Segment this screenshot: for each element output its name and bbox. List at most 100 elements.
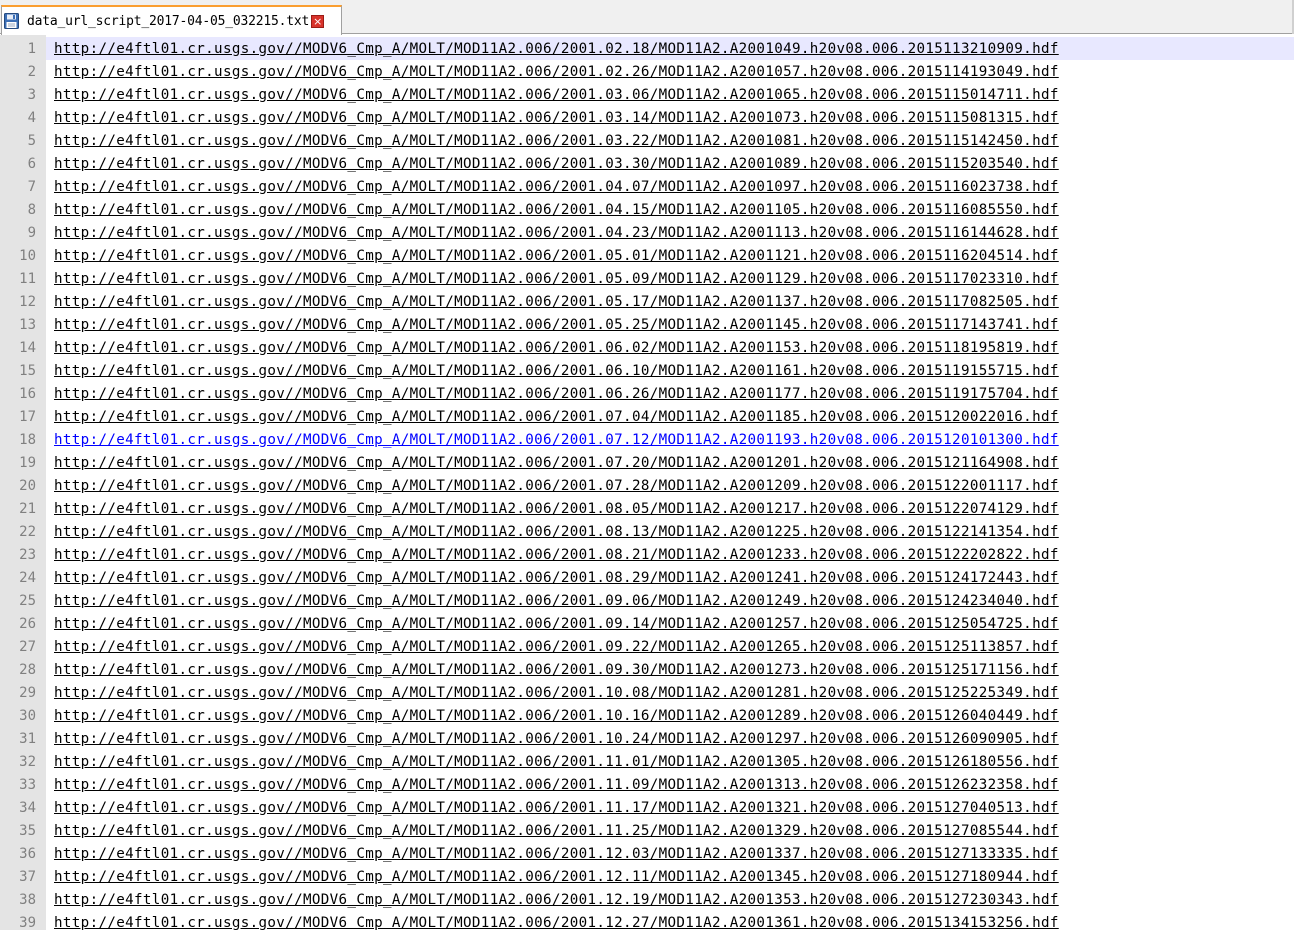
url-link[interactable]: http://e4ftl01.cr.usgs.gov//MODV6_Cmp_A/… <box>54 708 1059 724</box>
url-link[interactable]: http://e4ftl01.cr.usgs.gov//MODV6_Cmp_A/… <box>54 455 1059 471</box>
editor-line[interactable]: 38 http://e4ftl01.cr.usgs.gov//MODV6_Cmp_… <box>0 888 1294 911</box>
url-link[interactable]: http://e4ftl01.cr.usgs.gov//MODV6_Cmp_A/… <box>54 432 1059 448</box>
editor-line[interactable]: 3 http://e4ftl01.cr.usgs.gov//MODV6_Cmp_A… <box>0 83 1294 106</box>
editor-line[interactable]: 30 http://e4ftl01.cr.usgs.gov//MODV6_Cmp_… <box>0 704 1294 727</box>
line-number: 16 <box>19 385 36 402</box>
url-link[interactable]: http://e4ftl01.cr.usgs.gov//MODV6_Cmp_A/… <box>54 685 1059 701</box>
editor-line[interactable]: 32 http://e4ftl01.cr.usgs.gov//MODV6_Cmp_… <box>0 750 1294 773</box>
line-number: 39 <box>19 914 36 930</box>
editor-line[interactable]: 28 http://e4ftl01.cr.usgs.gov//MODV6_Cmp_… <box>0 658 1294 681</box>
editor-line[interactable]: 9 http://e4ftl01.cr.usgs.gov//MODV6_Cmp_A… <box>0 221 1294 244</box>
url-link[interactable]: http://e4ftl01.cr.usgs.gov//MODV6_Cmp_A/… <box>54 869 1059 885</box>
editor-line[interactable]: 29 http://e4ftl01.cr.usgs.gov//MODV6_Cmp_… <box>0 681 1294 704</box>
line-number: 31 <box>19 730 36 747</box>
url-link[interactable]: http://e4ftl01.cr.usgs.gov//MODV6_Cmp_A/… <box>54 133 1059 149</box>
editor-line[interactable]: 22 http://e4ftl01.cr.usgs.gov//MODV6_Cmp_… <box>0 520 1294 543</box>
save-disk-icon <box>4 13 19 29</box>
line-number: 33 <box>19 776 36 793</box>
editor-line[interactable]: 27 http://e4ftl01.cr.usgs.gov//MODV6_Cmp_… <box>0 635 1294 658</box>
url-link[interactable]: http://e4ftl01.cr.usgs.gov//MODV6_Cmp_A/… <box>54 777 1059 793</box>
editor-line[interactable]: 4 http://e4ftl01.cr.usgs.gov//MODV6_Cmp_A… <box>0 106 1294 129</box>
url-link[interactable]: http://e4ftl01.cr.usgs.gov//MODV6_Cmp_A/… <box>54 202 1059 218</box>
url-link[interactable]: http://e4ftl01.cr.usgs.gov//MODV6_Cmp_A/… <box>54 156 1059 172</box>
url-link[interactable]: http://e4ftl01.cr.usgs.gov//MODV6_Cmp_A/… <box>54 547 1059 563</box>
editor-line[interactable]: 25 http://e4ftl01.cr.usgs.gov//MODV6_Cmp_… <box>0 589 1294 612</box>
text-editor[interactable]: 1 http://e4ftl01.cr.usgs.gov//MODV6_Cmp_A… <box>0 35 1294 930</box>
url-link[interactable]: http://e4ftl01.cr.usgs.gov//MODV6_Cmp_A/… <box>54 110 1059 126</box>
line-number: 27 <box>19 638 36 655</box>
editor-line[interactable]: 33 http://e4ftl01.cr.usgs.gov//MODV6_Cmp_… <box>0 773 1294 796</box>
editor-line[interactable]: 11 http://e4ftl01.cr.usgs.gov//MODV6_Cmp_… <box>0 267 1294 290</box>
editor-line[interactable]: 10 http://e4ftl01.cr.usgs.gov//MODV6_Cmp_… <box>0 244 1294 267</box>
url-link[interactable]: http://e4ftl01.cr.usgs.gov//MODV6_Cmp_A/… <box>54 731 1059 747</box>
editor-line[interactable]: 2 http://e4ftl01.cr.usgs.gov//MODV6_Cmp_A… <box>0 60 1294 83</box>
tab-file[interactable]: data_url_script_2017-04-05_032215.txt × <box>1 5 342 35</box>
url-link[interactable]: http://e4ftl01.cr.usgs.gov//MODV6_Cmp_A/… <box>54 478 1059 494</box>
editor-line[interactable]: 5 http://e4ftl01.cr.usgs.gov//MODV6_Cmp_A… <box>0 129 1294 152</box>
editor-line[interactable]: 39 http://e4ftl01.cr.usgs.gov//MODV6_Cmp_… <box>0 911 1294 930</box>
url-link[interactable]: http://e4ftl01.cr.usgs.gov//MODV6_Cmp_A/… <box>54 639 1059 655</box>
url-link[interactable]: http://e4ftl01.cr.usgs.gov//MODV6_Cmp_A/… <box>54 593 1059 609</box>
url-link[interactable]: http://e4ftl01.cr.usgs.gov//MODV6_Cmp_A/… <box>54 915 1059 930</box>
editor-line[interactable]: 37 http://e4ftl01.cr.usgs.gov//MODV6_Cmp_… <box>0 865 1294 888</box>
url-link[interactable]: http://e4ftl01.cr.usgs.gov//MODV6_Cmp_A/… <box>54 892 1059 908</box>
editor-line[interactable]: 13 http://e4ftl01.cr.usgs.gov//MODV6_Cmp_… <box>0 313 1294 336</box>
line-number: 2 <box>27 63 36 80</box>
line-number: 32 <box>19 753 36 770</box>
url-link[interactable]: http://e4ftl01.cr.usgs.gov//MODV6_Cmp_A/… <box>54 64 1059 80</box>
editor-line[interactable]: 23 http://e4ftl01.cr.usgs.gov//MODV6_Cmp_… <box>0 543 1294 566</box>
url-link[interactable]: http://e4ftl01.cr.usgs.gov//MODV6_Cmp_A/… <box>54 409 1059 425</box>
editor-line[interactable]: 36 http://e4ftl01.cr.usgs.gov//MODV6_Cmp_… <box>0 842 1294 865</box>
url-link[interactable]: http://e4ftl01.cr.usgs.gov//MODV6_Cmp_A/… <box>54 317 1059 333</box>
url-link[interactable]: http://e4ftl01.cr.usgs.gov//MODV6_Cmp_A/… <box>54 754 1059 770</box>
url-link[interactable]: http://e4ftl01.cr.usgs.gov//MODV6_Cmp_A/… <box>54 800 1059 816</box>
url-link[interactable]: http://e4ftl01.cr.usgs.gov//MODV6_Cmp_A/… <box>54 340 1059 356</box>
line-number: 6 <box>27 155 36 172</box>
editor-line[interactable]: 34 http://e4ftl01.cr.usgs.gov//MODV6_Cmp_… <box>0 796 1294 819</box>
url-link[interactable]: http://e4ftl01.cr.usgs.gov//MODV6_Cmp_A/… <box>54 570 1059 586</box>
editor-window: data_url_script_2017-04-05_032215.txt × … <box>0 0 1294 930</box>
editor-line[interactable]: 31 http://e4ftl01.cr.usgs.gov//MODV6_Cmp_… <box>0 727 1294 750</box>
editor-line[interactable]: 19 http://e4ftl01.cr.usgs.gov//MODV6_Cmp_… <box>0 451 1294 474</box>
url-link[interactable]: http://e4ftl01.cr.usgs.gov//MODV6_Cmp_A/… <box>54 271 1059 287</box>
close-icon[interactable]: × <box>311 14 325 28</box>
url-link[interactable]: http://e4ftl01.cr.usgs.gov//MODV6_Cmp_A/… <box>54 225 1059 241</box>
line-number: 5 <box>27 132 36 149</box>
url-link[interactable]: http://e4ftl01.cr.usgs.gov//MODV6_Cmp_A/… <box>54 662 1059 678</box>
editor-line[interactable]: 20 http://e4ftl01.cr.usgs.gov//MODV6_Cmp_… <box>0 474 1294 497</box>
editor-line[interactable]: 1 http://e4ftl01.cr.usgs.gov//MODV6_Cmp_A… <box>0 37 1294 60</box>
url-link[interactable]: http://e4ftl01.cr.usgs.gov//MODV6_Cmp_A/… <box>54 501 1059 517</box>
editor-line[interactable]: 15 http://e4ftl01.cr.usgs.gov//MODV6_Cmp_… <box>0 359 1294 382</box>
editor-line[interactable]: 14 http://e4ftl01.cr.usgs.gov//MODV6_Cmp_… <box>0 336 1294 359</box>
url-link[interactable]: http://e4ftl01.cr.usgs.gov//MODV6_Cmp_A/… <box>54 294 1059 310</box>
editor-line[interactable]: 12 http://e4ftl01.cr.usgs.gov//MODV6_Cmp_… <box>0 290 1294 313</box>
editor-line[interactable]: 26 http://e4ftl01.cr.usgs.gov//MODV6_Cmp_… <box>0 612 1294 635</box>
url-link[interactable]: http://e4ftl01.cr.usgs.gov//MODV6_Cmp_A/… <box>54 823 1059 839</box>
editor-line[interactable]: 24 http://e4ftl01.cr.usgs.gov//MODV6_Cmp_… <box>0 566 1294 589</box>
url-link[interactable]: http://e4ftl01.cr.usgs.gov//MODV6_Cmp_A/… <box>54 363 1059 379</box>
editor-line[interactable]: 35 http://e4ftl01.cr.usgs.gov//MODV6_Cmp_… <box>0 819 1294 842</box>
url-link[interactable]: http://e4ftl01.cr.usgs.gov//MODV6_Cmp_A/… <box>54 386 1059 402</box>
line-number: 37 <box>19 868 36 885</box>
url-link[interactable]: http://e4ftl01.cr.usgs.gov//MODV6_Cmp_A/… <box>54 248 1059 264</box>
line-number: 10 <box>19 247 36 264</box>
line-number: 34 <box>19 799 36 816</box>
editor-line[interactable]: 17 http://e4ftl01.cr.usgs.gov//MODV6_Cmp_… <box>0 405 1294 428</box>
url-link[interactable]: http://e4ftl01.cr.usgs.gov//MODV6_Cmp_A/… <box>54 524 1059 540</box>
editor-line[interactable]: 6 http://e4ftl01.cr.usgs.gov//MODV6_Cmp_A… <box>0 152 1294 175</box>
editor-line[interactable]: 8 http://e4ftl01.cr.usgs.gov//MODV6_Cmp_A… <box>0 198 1294 221</box>
url-link[interactable]: http://e4ftl01.cr.usgs.gov//MODV6_Cmp_A/… <box>54 87 1059 103</box>
editor-line[interactable]: 16 http://e4ftl01.cr.usgs.gov//MODV6_Cmp_… <box>0 382 1294 405</box>
url-link[interactable]: http://e4ftl01.cr.usgs.gov//MODV6_Cmp_A/… <box>54 846 1059 862</box>
editor-line[interactable]: 18 http://e4ftl01.cr.usgs.gov//MODV6_Cmp_… <box>0 428 1294 451</box>
editor-line[interactable]: 21 http://e4ftl01.cr.usgs.gov//MODV6_Cmp_… <box>0 497 1294 520</box>
url-link[interactable]: http://e4ftl01.cr.usgs.gov//MODV6_Cmp_A/… <box>54 616 1059 632</box>
editor-line[interactable]: 7 http://e4ftl01.cr.usgs.gov//MODV6_Cmp_A… <box>0 175 1294 198</box>
line-number: 11 <box>19 270 36 287</box>
line-number: 35 <box>19 822 36 839</box>
tab-bar: data_url_script_2017-04-05_032215.txt × <box>0 0 1294 35</box>
url-link[interactable]: http://e4ftl01.cr.usgs.gov//MODV6_Cmp_A/… <box>54 179 1059 195</box>
line-number: 29 <box>19 684 36 701</box>
line-number: 9 <box>27 224 36 241</box>
url-link[interactable]: http://e4ftl01.cr.usgs.gov//MODV6_Cmp_A/… <box>54 41 1059 57</box>
